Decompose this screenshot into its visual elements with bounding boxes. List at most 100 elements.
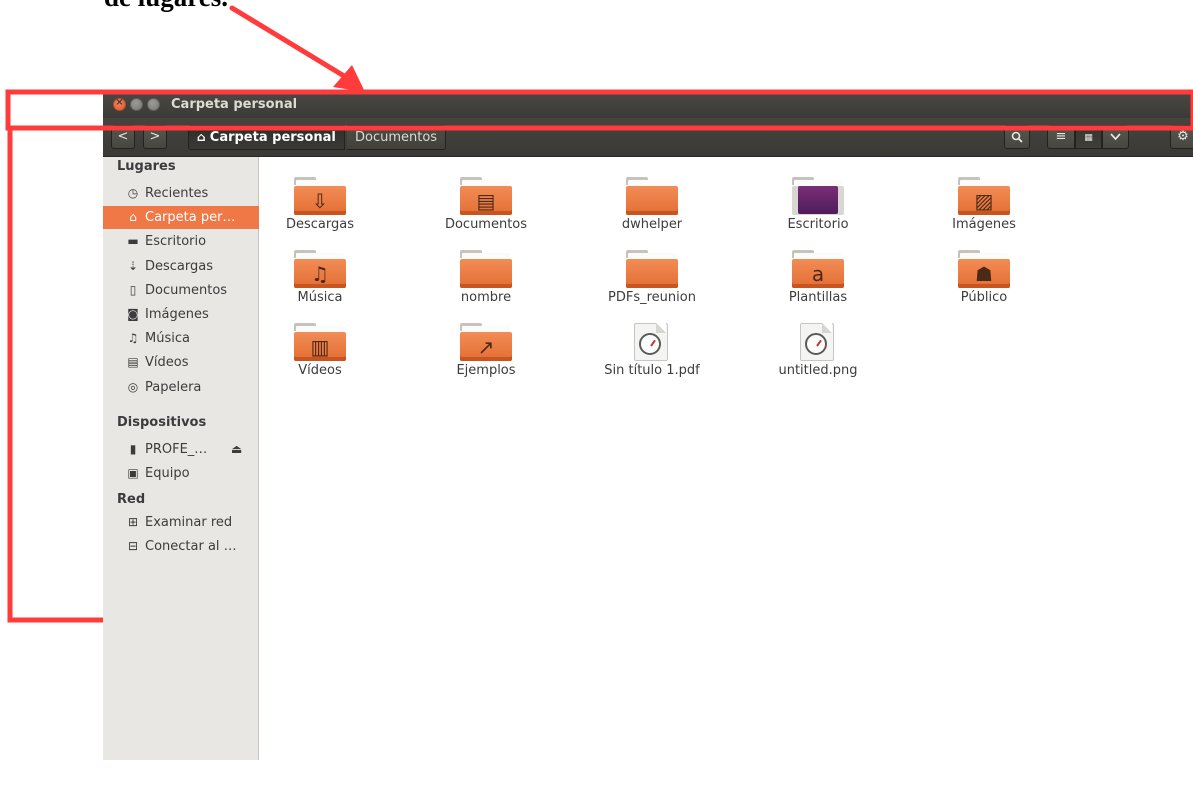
document-file-icon xyxy=(634,323,670,361)
folder-icon: ⇩ xyxy=(294,177,346,215)
file-name: Descargas xyxy=(285,217,354,232)
file-name: Escritorio xyxy=(787,217,849,232)
sidebar-item-label: Imágenes xyxy=(145,307,209,322)
forward-button[interactable]: > xyxy=(143,125,167,149)
grid-view-button[interactable]: ▦ xyxy=(1075,125,1102,149)
file-name: Vídeos xyxy=(298,363,342,378)
file-name: Plantillas xyxy=(788,290,848,305)
view-options-button[interactable] xyxy=(1102,125,1129,149)
minimize-window-button[interactable] xyxy=(130,98,143,111)
file-name: dwhelper xyxy=(621,217,683,232)
folder-icon: ♫ xyxy=(294,250,346,288)
trash-icon: ◎ xyxy=(127,379,139,394)
annotation-arrow-head xyxy=(333,65,365,92)
file-name: PDFs_reunion xyxy=(608,290,696,305)
file-item[interactable]: dwhelper xyxy=(592,175,712,243)
file-item[interactable]: ↗ Ejemplos xyxy=(426,321,546,389)
sidebar-item-profe[interactable]: ▮ PROFE_… ⏏ xyxy=(103,438,259,461)
folder-icon xyxy=(460,250,512,288)
settings-button[interactable]: ⚙ xyxy=(1170,125,1193,149)
sidebar-item-conectar-al[interactable]: ⊟ Conectar al … xyxy=(103,535,259,558)
chevron-down-icon xyxy=(1110,133,1121,141)
sidebar-item-descargas[interactable]: ⇣ Descargas xyxy=(103,255,259,278)
file-name: nombre xyxy=(460,290,512,305)
title-bar: × Carpeta personal xyxy=(103,92,1193,118)
gear-icon: ⚙ xyxy=(1177,129,1189,144)
places-sidebar: Lugares Dispositivos Red ◷ Recientes ⌂ Carpeta… xyxy=(103,157,259,760)
desktop-folder-icon: ▬ xyxy=(127,234,139,249)
sidebar-item-vídeos[interactable]: ▤ Vídeos xyxy=(103,351,259,374)
folder-icon: ▥ xyxy=(294,323,346,361)
search-button[interactable] xyxy=(1004,125,1030,149)
file-item[interactable]: ♫ Música xyxy=(260,248,380,316)
close-icon: × xyxy=(115,97,124,108)
folder-icon: a xyxy=(792,250,844,288)
list-view-icon: ≡ xyxy=(1055,129,1067,144)
annotation-arrow-shaft xyxy=(229,5,352,82)
breadcrumb-next-label: Documentos xyxy=(355,130,438,145)
breadcrumb-home-label: Carpeta personal xyxy=(209,130,336,145)
sidebar-item-documentos[interactable]: ▯ Documentos xyxy=(103,279,259,302)
forward-icon: > xyxy=(149,129,161,144)
file-item[interactable]: Escritorio xyxy=(758,175,878,243)
sidebar-item-label: Carpeta per… xyxy=(145,210,236,226)
sidebar-item-label: Documentos xyxy=(145,282,228,298)
sidebar-item-label: Papelera xyxy=(145,379,202,395)
folder-icon: ☗ xyxy=(958,250,1010,288)
sidebar-item-equipo[interactable]: ▣ Equipo xyxy=(103,462,259,485)
sidebar-item-papelera[interactable]: ◎ Papelera xyxy=(103,376,259,399)
file-item[interactable]: ⇩ Descargas xyxy=(260,175,380,243)
file-name: Música xyxy=(297,290,343,305)
annotation-bracket-sidebar xyxy=(7,125,103,623)
file-name: Sin título 1.pdf xyxy=(604,363,700,378)
document-file-icon xyxy=(800,323,836,361)
file-item[interactable]: Sin título 1.pdf xyxy=(592,321,712,389)
toolbar: < > ⌂ Carpeta personal Documentos ≡ ▦ ⚙ xyxy=(103,118,1193,157)
back-icon: < xyxy=(117,129,129,144)
sidebar-item-escritorio[interactable]: ▬ Escritorio xyxy=(103,230,259,253)
film-icon: ▤ xyxy=(127,355,139,370)
window-title: Carpeta personal xyxy=(171,97,298,112)
folder-icon: ▤ xyxy=(460,177,512,215)
eject-icon[interactable]: ⏏ xyxy=(231,438,242,461)
file-item[interactable]: nombre xyxy=(426,248,546,316)
camera-icon: ◙ xyxy=(127,307,139,321)
document-icon: ▯ xyxy=(129,282,137,297)
sidebar-heading-red: Red xyxy=(117,492,146,507)
sidebar-item-imágenes[interactable]: ◙ Imágenes xyxy=(103,303,259,326)
file-item[interactable]: PDFs_reunion xyxy=(592,248,712,316)
file-item[interactable]: untitled.png xyxy=(758,321,878,389)
close-window-button[interactable]: × xyxy=(113,97,126,111)
breadcrumb-documentos[interactable]: Documentos xyxy=(347,125,447,150)
sidebar-item-label: Descargas xyxy=(145,258,214,274)
file-item[interactable]: ☗ Público xyxy=(924,248,1044,316)
download-icon: ⇣ xyxy=(127,258,139,273)
usb-drive-icon: ▮ xyxy=(129,442,137,456)
sidebar-item-carpeta-per[interactable]: ⌂ Carpeta per… xyxy=(103,206,259,230)
breadcrumb-home[interactable]: ⌂ Carpeta personal xyxy=(188,125,345,150)
file-name: Público xyxy=(960,290,1008,305)
sidebar-item-música[interactable]: ♫ Música xyxy=(103,327,259,350)
file-item[interactable]: ▥ Vídeos xyxy=(260,321,380,389)
maximize-window-button[interactable] xyxy=(147,98,160,111)
computer-icon: ▣ xyxy=(127,466,139,480)
file-item[interactable]: ▤ Documentos xyxy=(426,175,546,243)
grid-view-icon: ▦ xyxy=(1084,133,1093,143)
file-view: ⇩ Descargas ▤ Documentos dwhelper Escritorio ▨… xyxy=(260,157,1193,760)
back-button[interactable]: < xyxy=(111,125,135,149)
file-item[interactable]: ▨ Imágenes xyxy=(924,175,1044,243)
file-name: Ejemplos xyxy=(456,363,516,378)
search-icon xyxy=(1011,131,1023,143)
sidebar-item-label: Vídeos xyxy=(145,355,189,371)
sidebar-item-examinar-red[interactable]: ⊞ Examinar red xyxy=(103,511,259,534)
home-icon: ⌂ xyxy=(197,130,210,144)
file-name: untitled.png xyxy=(778,363,858,378)
connect-server-icon: ⊟ xyxy=(127,539,139,553)
sidebar-item-recientes[interactable]: ◷ Recientes xyxy=(103,182,259,205)
sidebar-heading-dispositivos: Dispositivos xyxy=(117,415,207,430)
home-icon: ⌂ xyxy=(129,210,137,225)
file-name: Imágenes xyxy=(952,217,1016,232)
folder-icon: ↗ xyxy=(460,323,512,361)
list-view-button[interactable]: ≡ xyxy=(1047,125,1075,149)
file-item[interactable]: a Plantillas xyxy=(758,248,878,316)
